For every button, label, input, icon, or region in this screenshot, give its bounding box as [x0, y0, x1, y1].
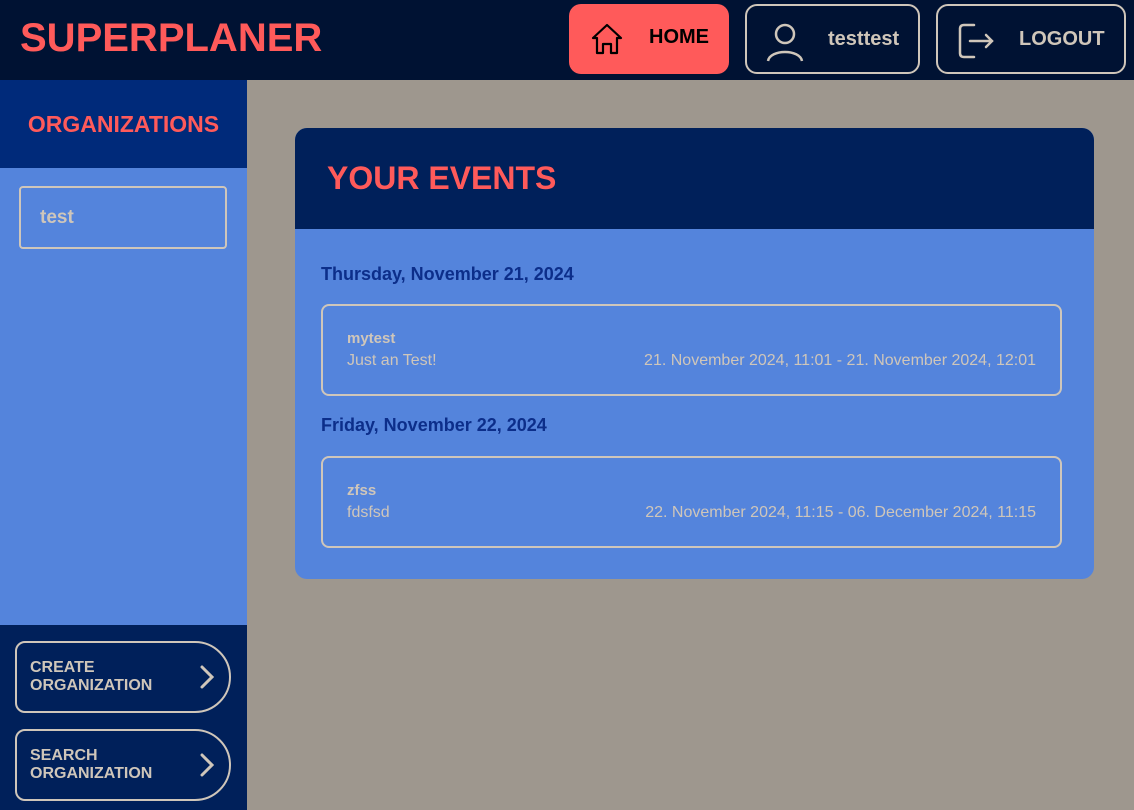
user-icon [766, 23, 804, 62]
home-icon [591, 23, 623, 55]
event-description: fdsfsd [347, 504, 390, 521]
event-item[interactable]: zfss fdsfsd 22. November 2024, 11:15 - 0… [321, 456, 1062, 548]
search-organization-label: SEARCH ORGANIZATION [30, 747, 153, 782]
brand-logo: SUPERPLANER [20, 16, 323, 60]
create-organization-label: CREATE ORGANIZATION [30, 659, 153, 694]
chevron-right-icon [200, 665, 215, 689]
sidebar-title: ORGANIZATIONS [0, 80, 247, 168]
day-heading: Friday, November 22, 2024 [321, 415, 547, 435]
user-label: testtest [828, 28, 900, 50]
create-organization-button[interactable]: CREATE ORGANIZATION [15, 641, 231, 713]
event-title: mytest [347, 330, 396, 347]
event-time-range: 22. November 2024, 11:15 - 06. December … [645, 504, 1036, 521]
sidebar: ORGANIZATIONS test CREATE ORGANIZATION S… [0, 80, 247, 810]
logout-button[interactable]: LOGOUT [936, 4, 1126, 74]
event-description: Just an Test! [347, 352, 437, 369]
logout-label: LOGOUT [1019, 28, 1105, 50]
search-organization-button[interactable]: SEARCH ORGANIZATION [15, 729, 231, 801]
event-title: zfss [347, 482, 377, 499]
sidebar-footer: CREATE ORGANIZATION SEARCH ORGANIZATION [0, 625, 247, 810]
events-card: YOUR EVENTS Thursday, November 21, 2024 … [295, 128, 1094, 579]
event-time-range: 21. November 2024, 11:01 - 21. November … [644, 352, 1036, 369]
user-button[interactable]: testtest [745, 4, 920, 74]
home-label: HOME [649, 26, 709, 48]
home-button[interactable]: HOME [569, 4, 729, 74]
event-item[interactable]: mytest Just an Test! 21. November 2024, … [321, 304, 1062, 396]
events-title: YOUR EVENTS [295, 128, 1094, 229]
top-bar: SUPERPLANER HOME testtest LOGOUT [0, 0, 1134, 80]
logout-icon [958, 23, 994, 59]
chevron-right-icon [200, 753, 215, 777]
day-heading: Thursday, November 21, 2024 [321, 264, 574, 284]
organization-item[interactable]: test [19, 186, 227, 249]
